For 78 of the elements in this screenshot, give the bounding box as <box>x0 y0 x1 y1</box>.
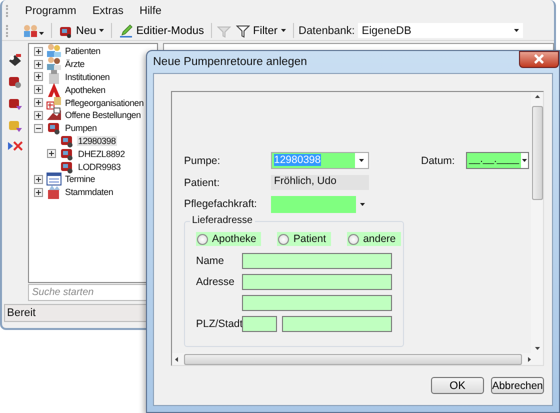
expand-icon[interactable] <box>34 188 43 197</box>
tree-item[interactable]: LODR9983 <box>77 162 122 172</box>
tree-item[interactable]: Stammdaten <box>64 187 114 198</box>
expand-icon[interactable] <box>34 72 43 82</box>
field-label: Datum: <box>421 154 456 166</box>
expand-icon[interactable] <box>34 98 43 108</box>
people-icon <box>22 24 44 38</box>
tree-item[interactable]: Institutionen <box>64 72 111 82</box>
input-field[interactable] <box>242 295 392 311</box>
people-icon <box>46 44 62 60</box>
caret-icon <box>514 29 519 32</box>
tree-item[interactable]: 12980398 <box>77 136 117 146</box>
tree-item[interactable]: Termine <box>64 174 96 184</box>
pencil-icon <box>119 24 134 38</box>
tree-item[interactable]: DHEZL8892 <box>77 148 126 159</box>
tree-item[interactable]: Offene Bestellungen <box>64 110 142 120</box>
funnel-icon <box>217 24 232 38</box>
new-button[interactable]: Neu <box>57 22 106 40</box>
field-label: Pumpe: <box>184 154 222 166</box>
tree-item[interactable]: Ärzte <box>64 59 86 70</box>
calendar-icon <box>46 171 62 188</box>
arrow-up-icon[interactable] <box>534 95 540 98</box>
caret-icon <box>359 159 364 162</box>
caret-icon <box>99 29 104 32</box>
menu-item[interactable]: Hilfe <box>132 4 170 16</box>
field-label: Name <box>196 255 226 267</box>
patient-value: Fröhlich, Udo <box>271 175 369 190</box>
tree-item[interactable]: Patienten <box>64 46 102 56</box>
dialog-button[interactable]: Abbrechen <box>491 377 544 394</box>
input-field[interactable] <box>242 274 392 290</box>
radio-option[interactable]: Patient <box>277 232 332 246</box>
input-field[interactable] <box>242 316 277 332</box>
window-title: Neue Pumpenretoure anlegen <box>153 56 308 68</box>
arrow-left-icon[interactable] <box>175 356 178 362</box>
expand-icon[interactable] <box>34 110 43 120</box>
tree-item[interactable]: Apotheken <box>64 84 106 95</box>
arrow-down-icon[interactable] <box>534 347 540 350</box>
expand-icon[interactable] <box>34 174 43 184</box>
date-picker[interactable]: __.__.____ <box>466 152 529 169</box>
database-label: Datenbank: <box>298 24 355 36</box>
filter-button[interactable]: Filter <box>234 22 288 40</box>
close-button[interactable] <box>519 50 559 68</box>
vertical-scrollbar[interactable] <box>531 92 543 353</box>
caret-icon <box>280 29 286 32</box>
expand-icon[interactable] <box>34 85 43 94</box>
collapse-icon[interactable] <box>34 124 43 133</box>
box-icon <box>46 184 62 200</box>
menu-item[interactable]: Extras <box>84 4 132 16</box>
field-label: Patient: <box>184 176 221 188</box>
radio-option[interactable]: Apotheke <box>196 232 262 246</box>
field-label: Adresse <box>196 276 236 288</box>
close-icon <box>533 54 545 64</box>
tree-item[interactable]: Pumpen <box>64 123 98 134</box>
building-icon <box>46 69 62 85</box>
group-title: Lieferadresse <box>190 215 255 226</box>
field-label: Pflegefachkraft: <box>184 198 258 210</box>
expand-icon[interactable] <box>34 46 43 56</box>
caret-icon <box>360 202 365 206</box>
input-field[interactable] <box>282 316 392 332</box>
expand-icon[interactable] <box>47 149 56 158</box>
edit-mode-button[interactable]: Editier-Modus <box>117 22 206 40</box>
tree-item[interactable]: Pflegeorganisationen <box>64 98 145 108</box>
input-field[interactable] <box>242 253 392 269</box>
status-text: Bereit <box>7 307 36 319</box>
caret-icon <box>522 159 528 162</box>
cross-icon <box>7 140 23 152</box>
expand-icon[interactable] <box>34 60 43 69</box>
people-icon <box>46 56 62 72</box>
pharmacy-icon <box>46 82 62 98</box>
arrow-right-icon[interactable] <box>528 356 531 362</box>
field-label: PLZ/Stadt <box>196 318 242 330</box>
funnel-icon <box>236 24 250 38</box>
delete-button[interactable] <box>6 139 24 153</box>
dialog-button[interactable]: OK <box>431 377 484 394</box>
menu-item[interactable]: Programm <box>17 4 84 16</box>
database-dropdown[interactable]: EigeneDB <box>358 23 523 38</box>
radio-option[interactable]: andere <box>347 232 401 246</box>
horizontal-scrollbar[interactable] <box>172 353 543 365</box>
